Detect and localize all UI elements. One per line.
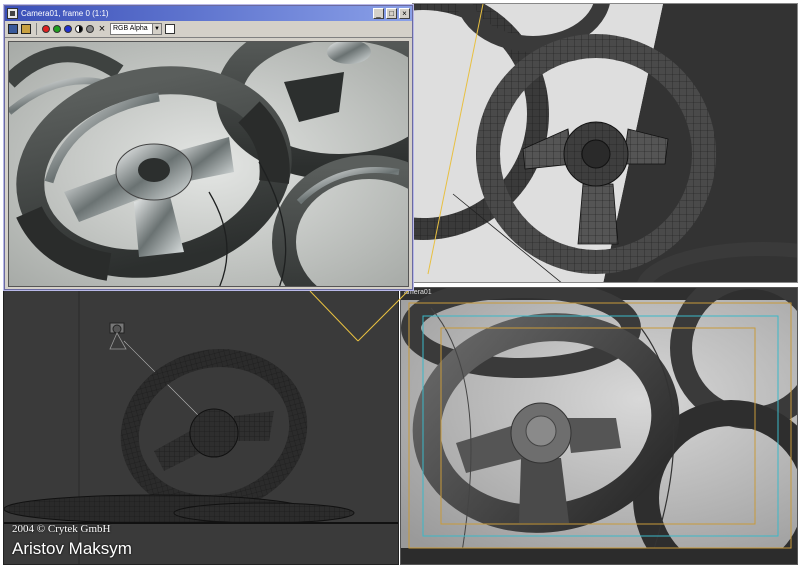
blue-channel-dot[interactable] [64, 25, 72, 33]
alpha-channel-icon[interactable] [75, 25, 83, 33]
minimize-button[interactable]: _ [373, 8, 384, 19]
shaded-scene-bottom-right [401, 288, 797, 564]
render-window-title: Camera01, frame 0 (1:1) [21, 9, 109, 18]
channel-select[interactable]: RGB Alpha ▼ [110, 23, 162, 35]
channel-select-value: RGB Alpha [113, 25, 148, 32]
rendered-frame-window[interactable]: Camera01, frame 0 (1:1) _ □ × × RGB Alph… [4, 5, 413, 290]
max-app-icon [7, 8, 18, 19]
clear-x-icon[interactable]: × [97, 24, 107, 35]
maximize-button[interactable]: □ [386, 8, 397, 19]
save-icon[interactable] [8, 24, 18, 34]
close-button[interactable]: × [399, 8, 410, 19]
wire-scene-top-right [413, 4, 797, 282]
red-channel-dot[interactable] [42, 25, 50, 33]
camera-object-icon [109, 322, 127, 350]
monochrome-icon[interactable] [86, 25, 94, 33]
viewport-camera-shaded[interactable]: amera01 [400, 287, 798, 565]
green-channel-dot[interactable] [53, 25, 61, 33]
color-swatch[interactable] [165, 24, 175, 34]
camera-frustum-lines [309, 290, 409, 342]
render-window-toolbar: × RGB Alpha ▼ [5, 21, 412, 38]
author-name: Aristov Maksym [12, 539, 132, 558]
rendered-image [8, 41, 409, 287]
viewport-wireframe-top-right[interactable] [412, 3, 798, 283]
rendered-steering-wheels [9, 42, 408, 286]
clone-icon[interactable] [21, 24, 31, 34]
toolbar-separator [36, 23, 37, 35]
render-window-titlebar[interactable]: Camera01, frame 0 (1:1) _ □ × [5, 6, 412, 21]
copyright-text: 2004 © Crytek GmbH [12, 523, 111, 535]
chevron-down-icon: ▼ [152, 24, 161, 34]
